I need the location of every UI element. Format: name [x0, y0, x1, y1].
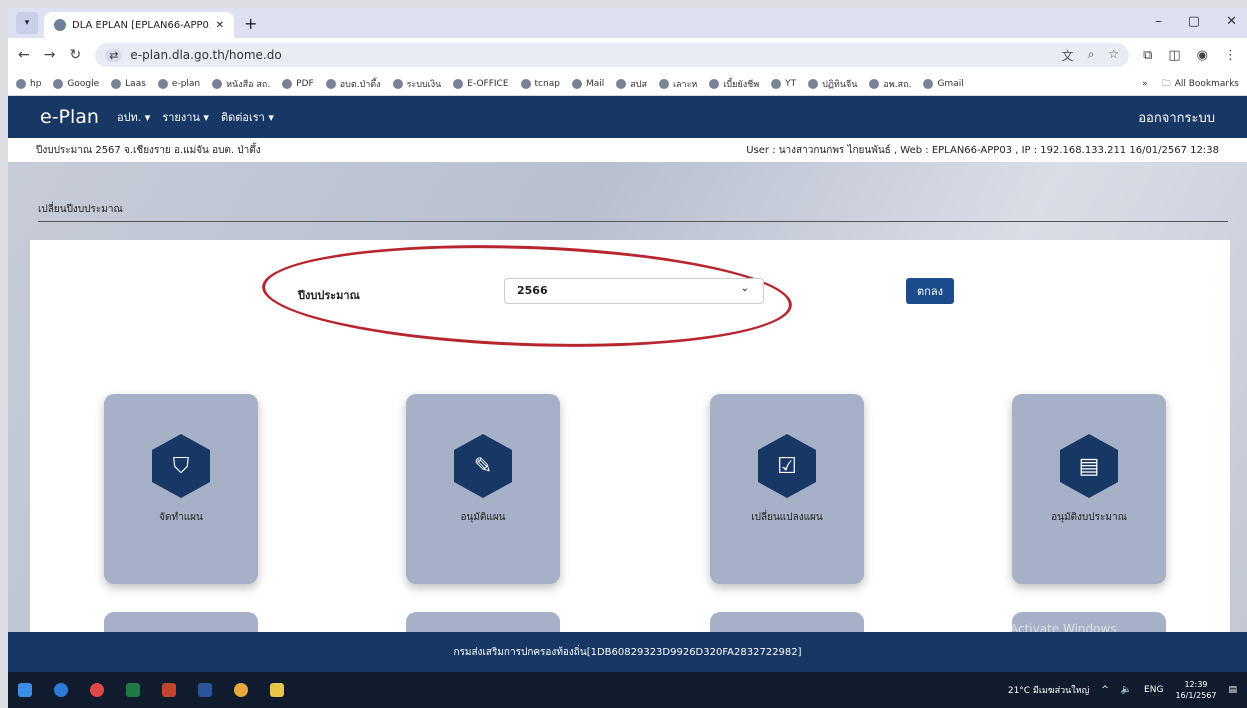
profile-icon[interactable]: ◉ — [1197, 48, 1208, 63]
reload-icon[interactable]: ↻ — [69, 47, 81, 63]
menu-icon[interactable]: ⋮ — [1224, 48, 1237, 63]
volume-icon[interactable]: 🔈 — [1121, 685, 1132, 695]
year-label: ปีงบประมาณ — [298, 289, 360, 302]
bookmark-item[interactable]: Google — [53, 78, 99, 89]
bookmark-item[interactable]: e-plan — [157, 78, 200, 89]
logout-link[interactable]: ออกจากระบบ — [1138, 107, 1215, 128]
favicon-icon — [54, 19, 66, 31]
user-info: User : นางสาวกนกพร ไกยนพันธ์ , Web : EPL… — [746, 144, 1219, 156]
close-tab-icon[interactable]: ✕ — [216, 20, 224, 31]
language-indicator[interactable]: ENG — [1144, 685, 1163, 695]
bookmark-item[interactable]: อบต.ป่าตึ้ง — [325, 77, 381, 91]
ok-button[interactable]: ตกลง — [906, 278, 954, 304]
card-label: อนุมัติงบประมาณ — [1051, 512, 1127, 523]
bookmark-item[interactable]: หนังสือ สถ. — [212, 77, 270, 91]
bookmark-item[interactable]: tcnap — [520, 78, 560, 89]
file-explorer-icon[interactable] — [270, 683, 284, 697]
card-approve-plan[interactable]: ✎ อนุมัติแผน — [406, 394, 560, 584]
address-row: ← → ↻ ⇄ e-plan.dla.go.th/home.do 文 ⌕ ☆ ⧉… — [8, 38, 1247, 72]
card-label: จัดทำแผน — [159, 512, 203, 523]
bookmark-item[interactable]: PDF — [282, 78, 314, 89]
bookmark-item[interactable]: เบี้ยยังชีพ — [709, 77, 759, 91]
close-window-icon[interactable]: ✕ — [1226, 14, 1237, 29]
notification-icon[interactable]: ▤ — [1228, 685, 1237, 695]
card-label: อนุมัติแผน — [460, 512, 506, 523]
chevron-up-icon[interactable]: ^ — [1101, 685, 1109, 695]
app-footer: กรมส่งเสริมการปกครองท้องถิ่น[1DB60829323… — [8, 632, 1247, 672]
weather-text[interactable]: 21°C มีเมฆส่วนใหญ่ — [1008, 683, 1089, 697]
card-plan[interactable]: ⛉ จัดทำแผน — [104, 394, 258, 584]
chevron-down-icon: ⌄ — [740, 283, 749, 294]
edge-icon[interactable] — [54, 683, 68, 697]
address-bar[interactable]: ⇄ e-plan.dla.go.th/home.do 文 ⌕ ☆ — [95, 43, 1130, 67]
translate-icon[interactable]: 文 — [1062, 47, 1074, 64]
bookmark-item[interactable]: E-OFFICE — [453, 78, 509, 89]
brand-logo[interactable]: e-Plan — [40, 106, 99, 128]
year-panel: ปีงบประมาณ 2566 ⌄ ตกลง ⛉ จัดทำแผน ✎ อนุม… — [30, 236, 1230, 642]
bookmark-item[interactable]: Gmail — [923, 78, 964, 89]
bookmark-item[interactable]: Mail — [571, 78, 604, 89]
word-icon[interactable] — [198, 683, 212, 697]
receipt-icon: ▤ — [1060, 434, 1118, 498]
clock-date: 16/1/2567 — [1175, 691, 1217, 700]
fiscal-info: ปีงบประมาณ 2567 จ.เชียงราย อ.แม่จัน อบต.… — [36, 144, 261, 156]
card-change-plan[interactable]: ☑ เปลี่ยนแปลงแผน — [710, 394, 864, 584]
browser-tabbar: ▾ DLA EPLAN [EPLAN66-APP03] ✕ + – ▢ ✕ — [8, 8, 1247, 38]
chrome-icon[interactable] — [234, 683, 248, 697]
checklist-icon: ☑ — [758, 434, 816, 498]
menu-contact[interactable]: ติดต่อเรา ▾ — [221, 108, 274, 126]
info-bar: ปีงบประมาณ 2567 จ.เชียงราย อ.แม่จัน อบต.… — [8, 138, 1247, 162]
more-bookmarks-icon[interactable]: » — [1142, 79, 1148, 89]
new-tab-icon[interactable]: + — [244, 14, 257, 33]
teams-icon[interactable] — [90, 683, 104, 697]
bookmark-icon: ⛉ — [152, 434, 210, 498]
maximize-icon[interactable]: ▢ — [1188, 14, 1200, 29]
zoom-icon[interactable]: ⌕ — [1088, 47, 1095, 64]
all-bookmarks[interactable]: 🗀 All Bookmarks — [1162, 76, 1239, 92]
pencil-icon: ✎ — [454, 434, 512, 498]
year-value: 2566 — [517, 284, 548, 297]
card-approve-budget[interactable]: ▤ อนุมัติงบประมาณ — [1012, 394, 1166, 584]
sidepanel-icon[interactable]: ◫ — [1168, 48, 1180, 63]
main-content: เปลี่ยนปีงบประมาณ ปีงบประมาณ 2566 ⌄ ตกลง… — [8, 162, 1247, 642]
tab-title: DLA EPLAN [EPLAN66-APP03] — [72, 19, 210, 31]
card-label: เปลี่ยนแปลงแผน — [751, 512, 823, 523]
year-select[interactable]: 2566 ⌄ — [504, 278, 764, 304]
excel-icon[interactable] — [126, 683, 140, 697]
back-icon[interactable]: ← — [18, 47, 30, 63]
minimize-icon[interactable]: – — [1155, 14, 1162, 29]
star-icon[interactable]: ☆ — [1108, 47, 1119, 64]
bookmark-item[interactable]: อพ.สถ. — [869, 77, 911, 91]
breadcrumb: เปลี่ยนปีงบประมาณ — [38, 202, 1228, 222]
url-text[interactable]: e-plan.dla.go.th/home.do — [130, 48, 281, 62]
bookmark-item[interactable]: ระบบเงิน — [392, 77, 441, 91]
menu-org[interactable]: อปท. ▾ — [117, 108, 150, 126]
bookmarks-bar: hp Google Laas e-plan หนังสือ สถ. PDF อบ… — [8, 72, 1247, 96]
app-navbar: e-Plan อปท. ▾ รายงาน ▾ ติดต่อเรา ▾ ออกจา… — [8, 96, 1247, 138]
bookmark-item[interactable]: Laas — [111, 78, 146, 89]
bookmark-item[interactable]: hp — [16, 78, 41, 89]
bookmark-item[interactable]: YT — [771, 78, 796, 89]
extensions-icon[interactable]: ⧉ — [1143, 48, 1152, 63]
browser-tab[interactable]: DLA EPLAN [EPLAN66-APP03] ✕ — [44, 12, 234, 38]
clock[interactable]: 12:39 16/1/2567 — [1175, 679, 1216, 701]
windows-start-icon[interactable] — [18, 683, 32, 697]
forward-icon[interactable]: → — [44, 47, 56, 63]
menu-report[interactable]: รายงาน ▾ — [162, 108, 209, 126]
folder-icon: 🗀 — [1161, 78, 1171, 89]
bookmark-item[interactable]: เลาะห — [658, 77, 697, 91]
site-info-icon[interactable]: ⇄ — [105, 48, 123, 62]
bookmark-item[interactable]: สปส — [616, 77, 647, 91]
screen: ▾ DLA EPLAN [EPLAN66-APP03] ✕ + – ▢ ✕ ← … — [8, 8, 1247, 708]
taskbar: 21°C มีเมฆส่วนใหญ่ ^ 🔈 ENG 12:39 16/1/25… — [8, 672, 1247, 708]
powerpoint-icon[interactable] — [162, 683, 176, 697]
tab-search-icon[interactable]: ▾ — [16, 12, 38, 34]
window-controls: – ▢ ✕ — [1155, 14, 1237, 29]
bookmark-item[interactable]: ปฏิทินจีน — [808, 77, 857, 91]
clock-time: 12:39 — [1184, 680, 1208, 689]
